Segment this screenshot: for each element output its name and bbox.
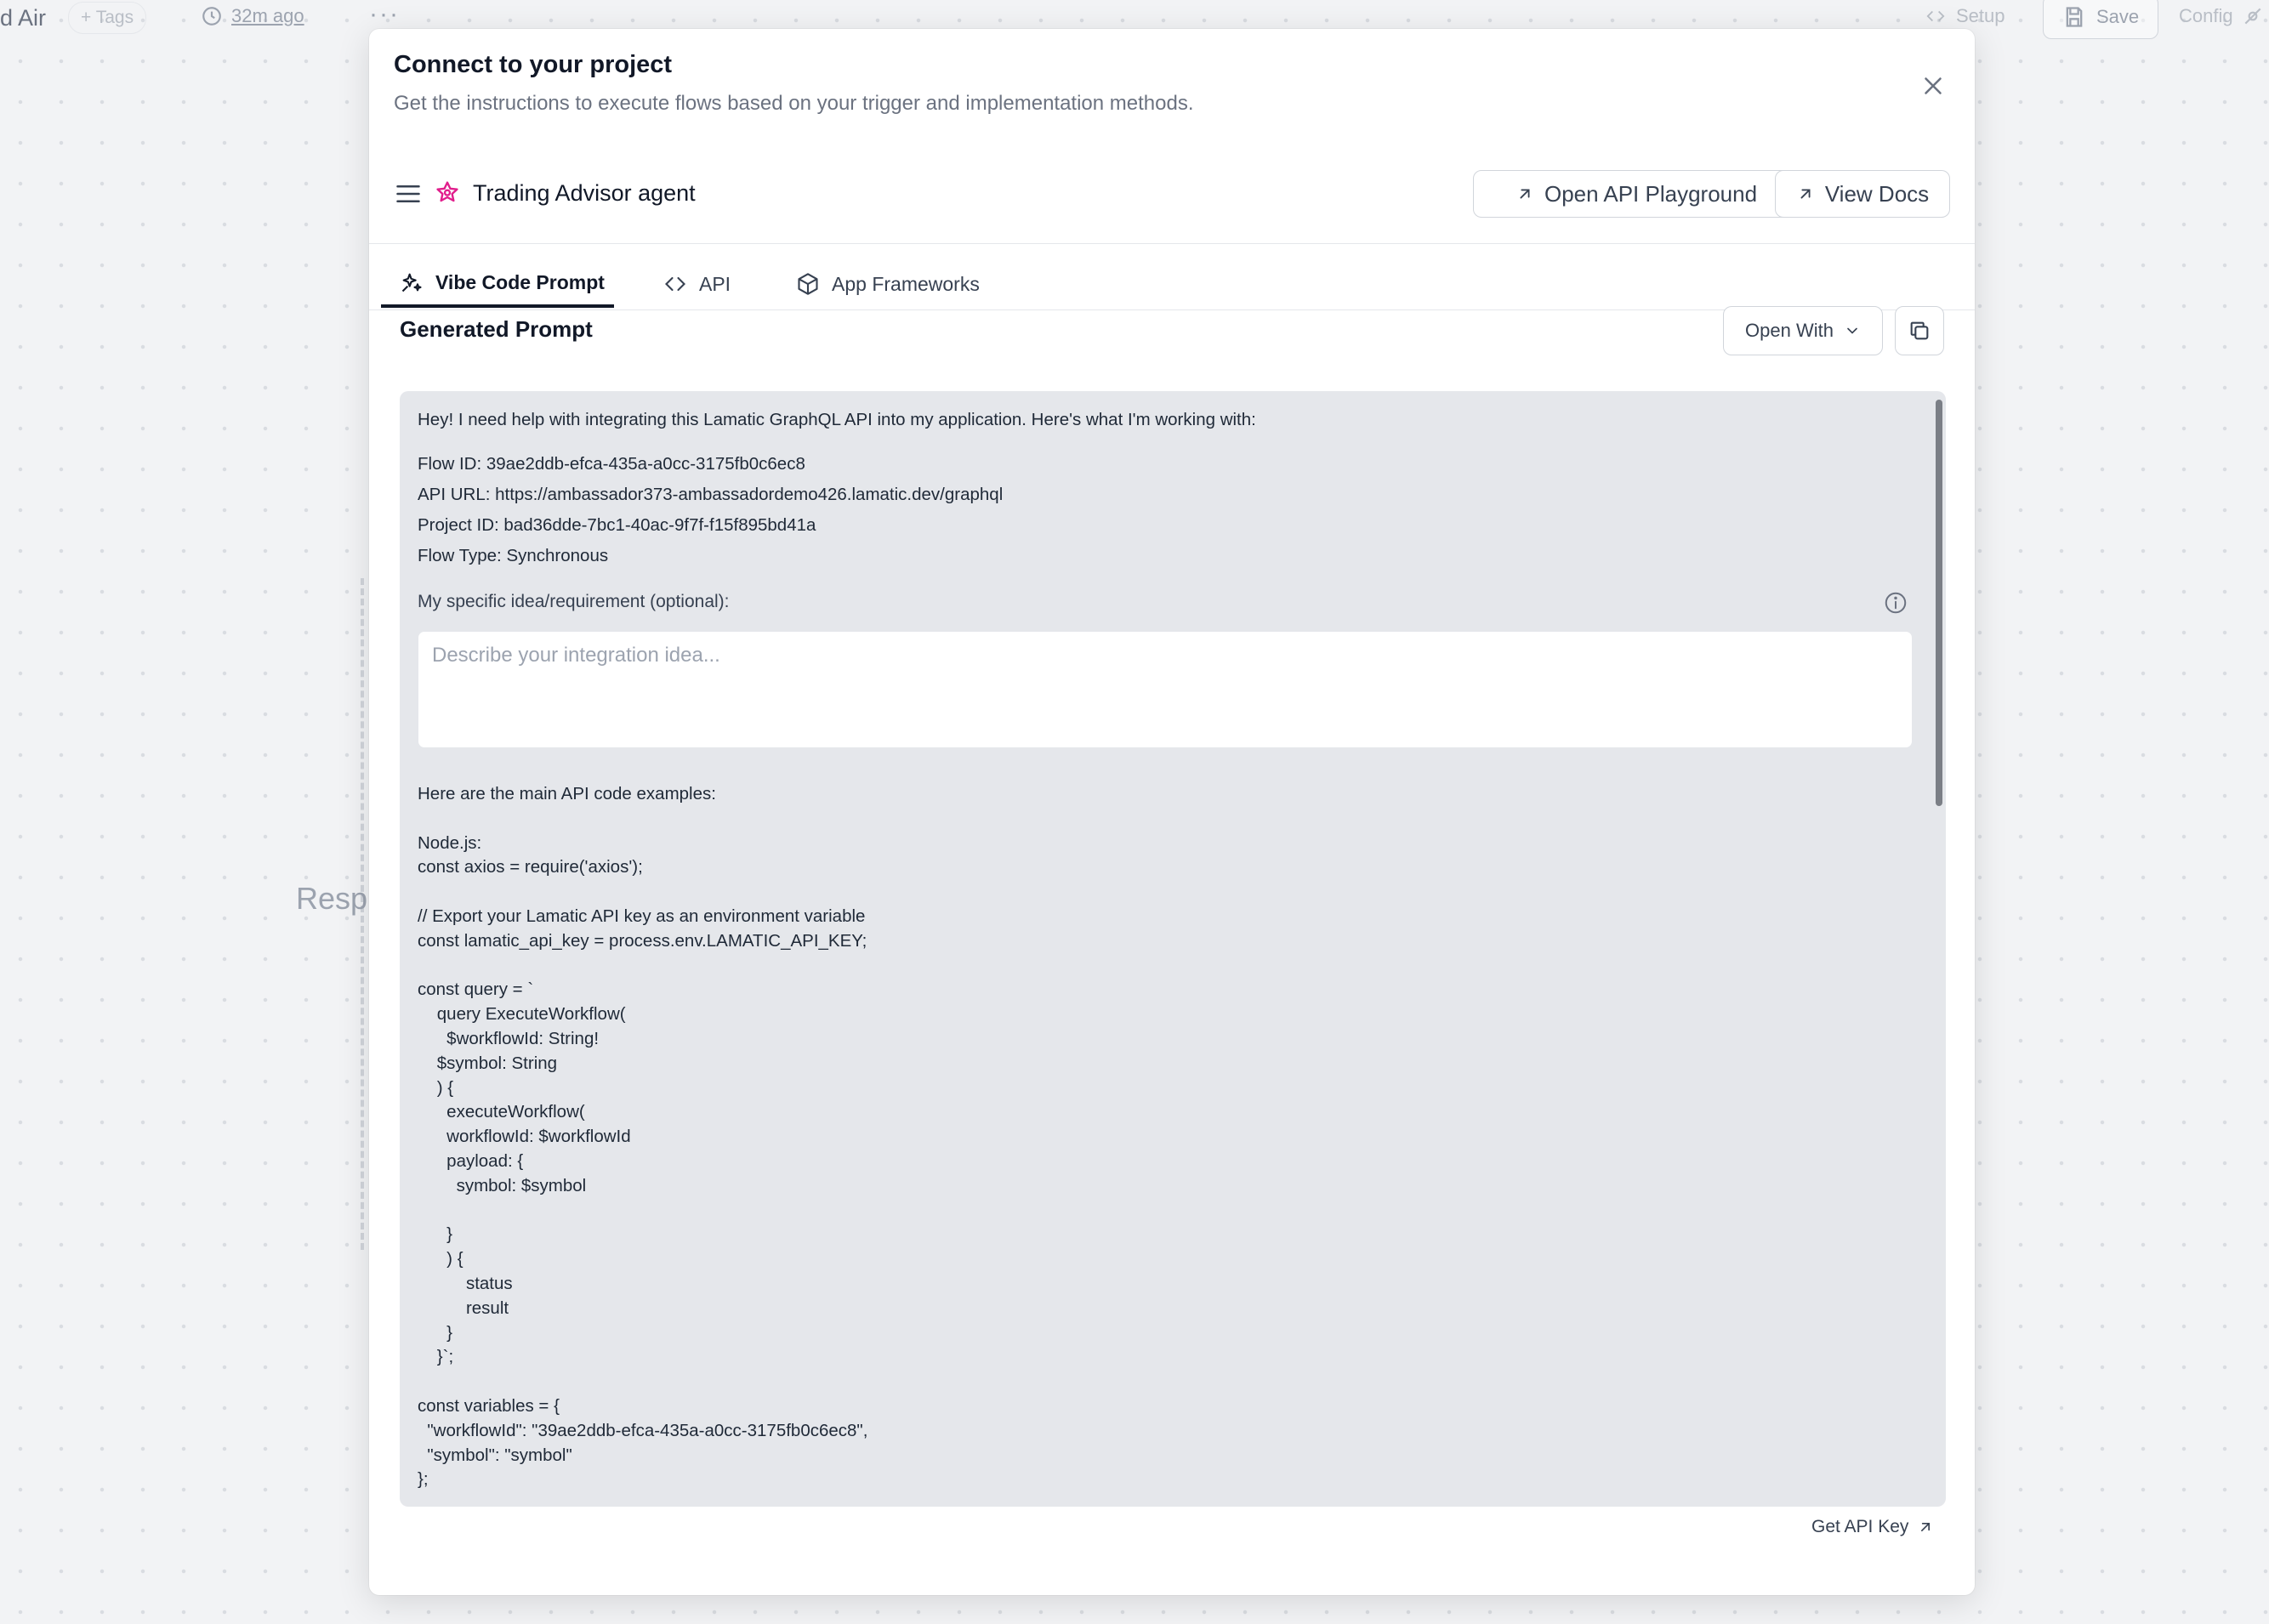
flow-details: Flow ID: 39ae2ddb-efca-435a-a0cc-3175fb0… <box>418 454 1004 565</box>
view-docs-button[interactable]: View Docs <box>1775 170 1950 218</box>
settings-icon <box>2244 8 2261 25</box>
code-icon <box>1926 10 1945 22</box>
requirement-input[interactable] <box>418 631 1913 748</box>
tab-api[interactable]: API <box>663 260 731 308</box>
info-icon[interactable] <box>1883 590 1908 616</box>
save-button[interactable]: Save <box>2043 0 2159 39</box>
config-button[interactable]: Config <box>2179 5 2264 27</box>
arrow-up-right-icon <box>1800 189 1811 199</box>
close-icon[interactable] <box>1919 71 1948 100</box>
tab-app-frameworks[interactable]: App Frameworks <box>796 260 980 308</box>
chevron-down-icon <box>1847 327 1857 334</box>
cube-icon <box>798 273 818 295</box>
copy-button[interactable] <box>1895 306 1944 355</box>
open-api-playground-label: Open API Playground <box>1544 180 1758 207</box>
dialog-subtitle: Get the instructions to execute flows ba… <box>394 92 1194 115</box>
sparkles-icon <box>401 273 422 292</box>
save-label: Save <box>2096 6 2140 27</box>
tab-label: API <box>699 272 731 295</box>
setup-button[interactable]: Setup <box>1924 5 2005 27</box>
arrow-up-right-icon <box>1921 1523 1931 1531</box>
generated-prompt-title: Generated Prompt <box>400 316 593 342</box>
requirement-label: My specific idea/requirement (optional): <box>418 592 730 611</box>
copy-icon <box>1910 321 1929 340</box>
save-icon <box>2066 7 2083 27</box>
prompt-intro: Hey! I need help with integrating this L… <box>418 410 1256 429</box>
tab-vibe-code-prompt[interactable]: Vibe Code Prompt <box>381 260 614 308</box>
open-api-playground-button[interactable]: Open API Playground <box>1473 170 1800 218</box>
open-with-dropdown[interactable]: Open With <box>1723 306 1883 355</box>
tab-label: App Frameworks <box>832 272 980 295</box>
api-code-examples: Here are the main API code examples: Nod… <box>418 784 868 1490</box>
prompt-scrollbar[interactable] <box>1936 400 1942 806</box>
integration-tabs: Vibe Code Prompt API App Frameworks <box>369 243 1975 310</box>
agent-star-icon <box>436 181 458 202</box>
prompt-panel[interactable]: Hey! I need help with integrating this L… <box>400 391 1946 1507</box>
open-with-label: Open With <box>1745 320 1834 341</box>
agent-name: Trading Advisor agent <box>473 180 696 206</box>
view-docs-label: View Docs <box>1824 180 1930 207</box>
get-api-key-label: Get API Key <box>1811 1517 1909 1536</box>
app-title: d Air <box>0 5 47 31</box>
last-saved-label: 32m ago <box>231 5 304 26</box>
agent-header: Trading Advisor agent Open API Playgroun… <box>369 141 1975 244</box>
config-label: Config <box>2179 5 2233 26</box>
get-api-key-link[interactable]: Get API Key <box>1811 1517 1934 1537</box>
more-options-button[interactable]: ··· <box>369 0 400 29</box>
menu-icon[interactable] <box>395 182 421 206</box>
add-tags-button[interactable]: + Tags <box>68 2 147 34</box>
tab-label: Vibe Code Prompt <box>435 270 605 293</box>
setup-label: Setup <box>1956 5 2005 26</box>
code-icon <box>665 276 685 292</box>
clock-icon <box>202 7 221 26</box>
arrow-up-right-icon <box>1520 189 1530 199</box>
last-saved-time[interactable]: 32m ago <box>201 5 304 27</box>
connect-project-dialog: Connect to your project Get the instruct… <box>369 29 1975 1595</box>
dialog-title: Connect to your project <box>394 51 673 78</box>
canvas-node-label: Resp <box>296 881 368 916</box>
